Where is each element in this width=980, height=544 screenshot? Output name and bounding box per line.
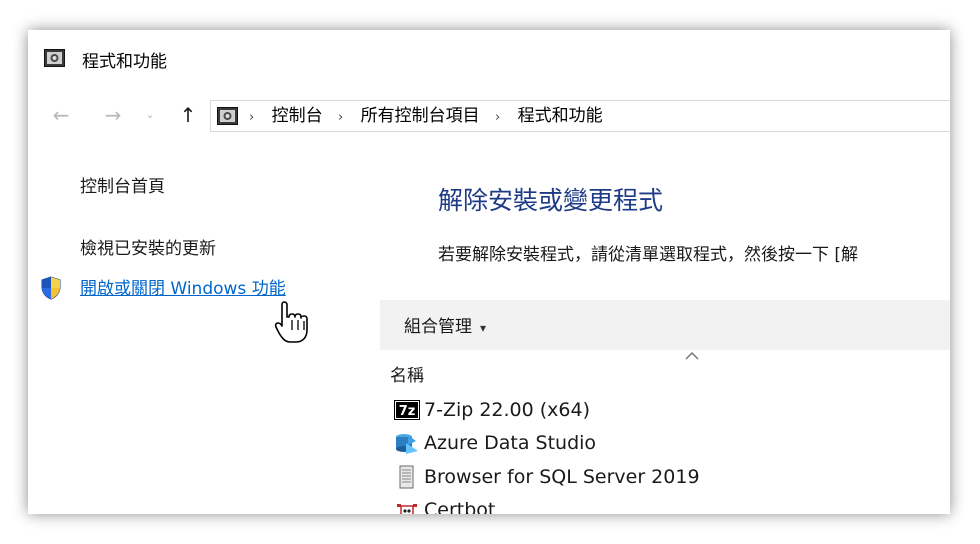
turn-windows-features-link[interactable]: 開啟或關閉 Windows 功能: [80, 274, 286, 299]
programs-and-features-window: 程式和功能 ← → ⌄ ↑ › 控制台 › 所有控制台項目 › 程式和功能 控制…: [28, 30, 950, 514]
window-title: 程式和功能: [82, 52, 167, 72]
svg-text:7z: 7z: [399, 404, 416, 419]
program-name: Certbot: [424, 499, 496, 514]
instruction-text: 若要解除安裝程式，請從清單選取程式，然後按一下 [解: [438, 245, 859, 265]
uac-shield-icon: [40, 276, 62, 304]
breadcrumb-all-items[interactable]: 所有控制台項目: [361, 106, 480, 126]
recent-locations-button[interactable]: ⌄: [142, 101, 158, 129]
program-name: 7-Zip 22.00 (x64): [424, 399, 591, 421]
7zip-icon: 7z: [394, 398, 420, 422]
azure-data-studio-icon: [394, 431, 420, 455]
program-name: Browser for SQL Server 2019: [424, 466, 700, 488]
breadcrumb-programs-and-features[interactable]: 程式和功能: [518, 106, 603, 126]
view-installed-updates-link[interactable]: 檢視已安裝的更新: [80, 234, 216, 259]
organize-label: 組合管理: [404, 317, 472, 337]
program-row[interactable]: 7z 7-Zip 22.00 (x64): [394, 396, 590, 424]
program-row[interactable]: Certbot: [394, 496, 495, 514]
certbot-icon: [394, 498, 420, 514]
back-button[interactable]: ←: [46, 101, 76, 129]
breadcrumb-separator[interactable]: ›: [338, 110, 343, 125]
breadcrumb-separator[interactable]: ›: [495, 110, 500, 125]
hand-pointer-icon: [274, 300, 308, 348]
name-column-header[interactable]: 名稱: [390, 361, 424, 386]
title-bar: 程式和功能: [28, 30, 950, 86]
breadcrumb: › 控制台 › 所有控制台項目 › 程式和功能: [245, 101, 603, 131]
forward-button[interactable]: →: [98, 101, 128, 129]
control-panel-icon: [44, 48, 66, 72]
page-title: 解除安裝或變更程式: [438, 186, 664, 215]
breadcrumb-separator[interactable]: ›: [249, 110, 254, 125]
program-row[interactable]: Azure Data Studio: [394, 429, 596, 457]
control-panel-home-link[interactable]: 控制台首頁: [80, 172, 165, 197]
command-toolbar: 組合管理 ▾: [380, 300, 950, 350]
control-panel-icon: [217, 106, 239, 130]
up-button[interactable]: ↑: [176, 101, 200, 129]
navigation-bar: ← → ⌄ ↑ › 控制台 › 所有控制台項目 › 程式和功能: [28, 96, 950, 136]
sort-ascending-icon: [684, 346, 700, 360]
sql-browser-icon: [394, 465, 420, 489]
program-name: Azure Data Studio: [424, 432, 597, 454]
address-bar[interactable]: › 控制台 › 所有控制台項目 › 程式和功能: [210, 100, 950, 132]
breadcrumb-control-panel[interactable]: 控制台: [272, 106, 323, 126]
chevron-down-icon: ▾: [480, 321, 487, 335]
organize-menu-button[interactable]: 組合管理 ▾: [404, 312, 486, 337]
program-row[interactable]: Browser for SQL Server 2019: [394, 463, 700, 491]
